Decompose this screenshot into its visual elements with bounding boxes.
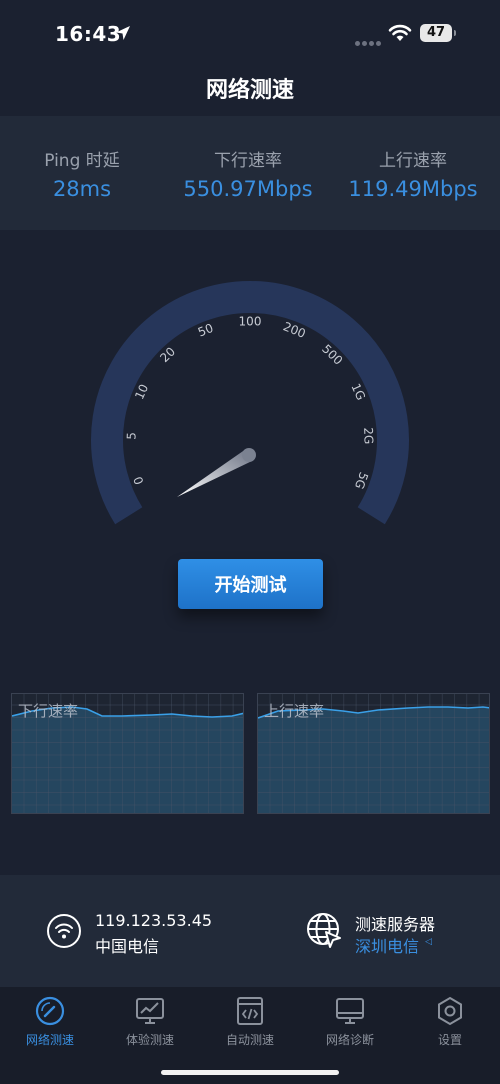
tab-experience-test[interactable]: 体验测速 bbox=[100, 995, 200, 1055]
ip-address: 119.123.53.45 bbox=[95, 911, 213, 930]
download-value: 550.97Mbps bbox=[183, 177, 313, 201]
tab-label: 设置 bbox=[437, 1033, 462, 1047]
gauge-arc bbox=[91, 281, 409, 525]
home-indicator bbox=[161, 1070, 339, 1075]
upload-label: 上行速率 bbox=[379, 151, 447, 171]
tab-label: 网络诊断 bbox=[325, 1033, 374, 1047]
ping-metric: Ping 时延 28ms bbox=[32, 146, 132, 201]
hex-gear-icon bbox=[438, 996, 462, 1026]
wifi-circle-icon bbox=[47, 914, 81, 948]
download-chart-panel: 下行速率 bbox=[11, 693, 244, 814]
tab-speed-test[interactable]: 网络测速 bbox=[0, 995, 100, 1055]
page-title: 网络测速 bbox=[205, 78, 294, 103]
wifi-icon bbox=[388, 24, 412, 41]
tab-network-diagnosis[interactable]: 网络诊断 bbox=[300, 995, 400, 1055]
speed-gauge: 05102050 100 2005001G2G5G bbox=[91, 281, 409, 525]
globe-cursor-icon[interactable] bbox=[306, 912, 342, 948]
chart-area bbox=[258, 707, 489, 813]
location-arrow-icon bbox=[116, 26, 130, 40]
gauge-needle-hub bbox=[242, 448, 256, 462]
tab-label: 体验测速 bbox=[125, 1033, 174, 1047]
cellular-signal-icon bbox=[355, 31, 383, 50]
metrics-panel: Ping 时延 28ms 下行速率 550.97Mbps 上行速率 119.49… bbox=[0, 116, 500, 230]
tab-settings[interactable]: 设置 bbox=[400, 995, 500, 1055]
chart-area bbox=[12, 707, 243, 813]
download-metric: 下行速率 550.97Mbps bbox=[168, 146, 328, 201]
download-label: 下行速率 bbox=[214, 151, 282, 171]
speedometer-icon bbox=[35, 996, 65, 1026]
gauge-tick-label: 5 bbox=[124, 432, 138, 440]
server-name-link[interactable]: 深圳电信 bbox=[355, 933, 419, 957]
upload-metric: 上行速率 119.49Mbps bbox=[342, 146, 484, 201]
start-test-button[interactable]: 开始测试 bbox=[178, 559, 323, 609]
gauge-tick-label: 2G bbox=[361, 427, 376, 444]
chart-monitor-icon bbox=[136, 998, 164, 1024]
battery-icon: 47 bbox=[420, 24, 456, 42]
tab-label: 自动测速 bbox=[225, 1033, 274, 1047]
server-title: 测速服务器 bbox=[355, 915, 436, 934]
isp-name: 中国电信 bbox=[95, 937, 160, 956]
monitor-icon bbox=[336, 998, 364, 1024]
status-time: 16:43 bbox=[55, 22, 122, 46]
server-dropdown-caret[interactable]: ◁ bbox=[425, 937, 432, 947]
ping-value: 28ms bbox=[52, 177, 112, 201]
upload-value: 119.49Mbps bbox=[348, 177, 478, 201]
gauge-tick-label: 0 bbox=[131, 475, 147, 487]
status-bar: 16:43 47 bbox=[0, 0, 500, 66]
upload-chart-panel: 上行速率 bbox=[257, 693, 490, 814]
download-chart-label: 下行速率 bbox=[18, 702, 79, 720]
tab-auto-test[interactable]: 自动测速 bbox=[200, 995, 300, 1055]
network-info-bar: 119.123.53.45 中国电信 测速服务器 深圳电信 ◁ bbox=[0, 875, 500, 987]
gauge-tick-label: 100 bbox=[239, 315, 262, 329]
code-window-icon bbox=[237, 997, 263, 1025]
upload-chart-label: 上行速率 bbox=[264, 702, 325, 720]
tab-label: 网络测速 bbox=[25, 1033, 74, 1047]
ping-label: Ping 时延 bbox=[44, 151, 120, 171]
gauge-needle bbox=[177, 449, 252, 497]
